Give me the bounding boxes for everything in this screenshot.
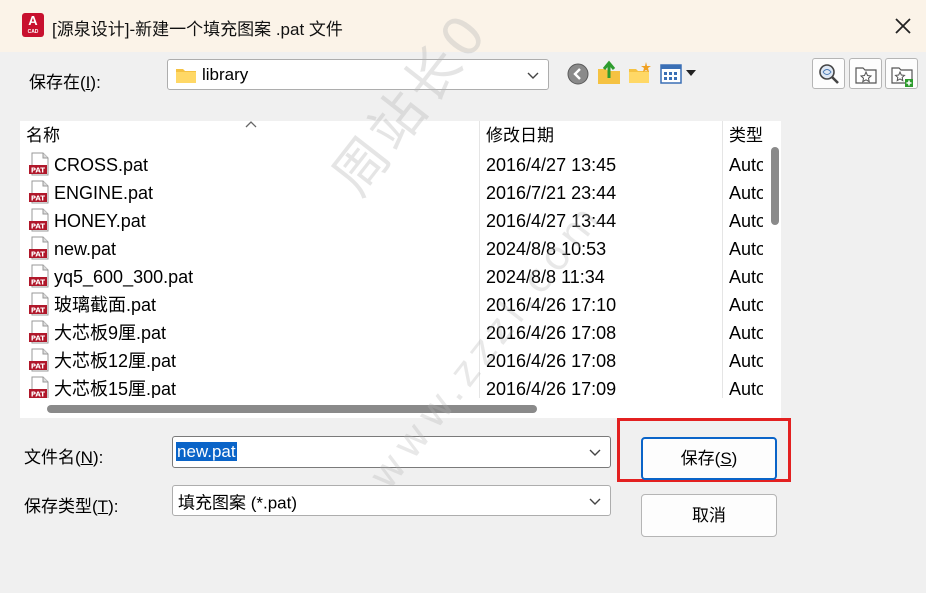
search-web-icon xyxy=(819,64,839,84)
file-type: Auto xyxy=(729,267,763,287)
file-name: PAT HONEY.pat xyxy=(28,207,146,235)
window-title: [源泉设计]-新建一个填充图案 .pat 文件 xyxy=(52,20,343,39)
column-header-modified[interactable]: 修改日期 xyxy=(480,121,722,151)
svg-text:PAT: PAT xyxy=(31,223,45,231)
search-web-button[interactable] xyxy=(812,58,845,89)
filename-label: 文件名(N): xyxy=(24,448,104,467)
file-name: PAT ENGINE.pat xyxy=(28,179,153,207)
file-modified-date: 2016/4/26 17:08 xyxy=(486,351,617,371)
file-row[interactable]: PAT 玻璃截面.pat 2016/4/26 17:10 Auto xyxy=(20,291,763,319)
file-modified-date: 2016/4/26 17:08 xyxy=(486,323,617,343)
file-modified-date: 2024/8/8 11:34 xyxy=(486,267,605,287)
file-modified-date: 2016/4/26 17:09 xyxy=(486,379,617,398)
column-header-type[interactable]: 类型 xyxy=(723,121,763,151)
file-type: Auto xyxy=(729,351,763,371)
file-modified-date: 2016/4/27 13:45 xyxy=(486,155,617,175)
file-type: Auto xyxy=(729,323,763,343)
file-type: Auto xyxy=(729,295,763,315)
file-name: PAT 玻璃截面.pat xyxy=(28,291,156,319)
svg-text:PAT: PAT xyxy=(31,195,45,203)
svg-text:PAT: PAT xyxy=(31,167,45,175)
filetype-label: 保存类型(T): xyxy=(24,497,119,516)
file-modified-date: 2016/4/27 13:44 xyxy=(486,211,617,231)
vertical-scrollbar-thumb[interactable] xyxy=(771,147,779,225)
svg-text:PAT: PAT xyxy=(31,363,45,371)
file-type: Auto xyxy=(729,211,763,231)
add-places-icon xyxy=(891,67,913,87)
horizontal-scrollbar-thumb[interactable] xyxy=(47,405,537,413)
save-button[interactable]: 保存(S) xyxy=(641,437,777,480)
add-favorites-button[interactable] xyxy=(849,58,882,89)
pat-file-icon: PAT xyxy=(29,236,49,260)
new-folder-icon[interactable] xyxy=(627,60,653,86)
file-list-viewport: 名称 修改日期 类型 PAT CROSS.pat 2016/4/27 13:45 Au… xyxy=(20,121,763,398)
back-icon[interactable] xyxy=(566,62,590,86)
svg-text:PAT: PAT xyxy=(31,335,45,343)
file-name: PAT 大芯板9厘.pat xyxy=(28,319,166,347)
pat-file-icon: PAT xyxy=(29,180,49,204)
save-in-label: 保存在(I): xyxy=(29,73,101,92)
file-row[interactable]: PAT yq5_600_300.pat 2024/8/8 11:34 Auto xyxy=(20,263,763,291)
folder-icon xyxy=(176,69,196,83)
pat-file-icon: PAT xyxy=(29,292,49,316)
close-icon xyxy=(895,18,911,34)
file-row[interactable]: PAT HONEY.pat 2016/4/27 13:44 Auto xyxy=(20,207,763,235)
file-row[interactable]: PAT new.pat 2024/8/8 10:53 Auto xyxy=(20,235,763,263)
chevron-down-icon[interactable] xyxy=(588,447,602,457)
file-name: PAT new.pat xyxy=(28,235,116,263)
views-menu-icon[interactable] xyxy=(659,62,699,86)
add-places-button[interactable] xyxy=(885,58,918,89)
file-modified-date: 2016/7/21 23:44 xyxy=(486,183,617,203)
file-type: Auto xyxy=(729,183,763,203)
filename-input[interactable]: new.pat xyxy=(172,436,611,468)
file-row[interactable]: PAT ENGINE.pat 2016/7/21 23:44 Auto xyxy=(20,179,763,207)
svg-text:PAT: PAT xyxy=(31,391,45,398)
file-modified-date: 2016/4/26 17:10 xyxy=(486,295,617,315)
filetype-value: 填充图案 (*.pat) xyxy=(178,493,298,512)
save-in-value: library xyxy=(202,64,249,84)
file-type: Auto xyxy=(729,239,763,259)
autocad-app-icon: A CAD xyxy=(22,13,44,37)
file-modified-date: 2024/8/8 10:53 xyxy=(486,239,607,259)
file-row[interactable]: PAT 大芯板15厘.pat 2016/4/26 17:09 Auto xyxy=(20,375,763,398)
sort-ascending-icon xyxy=(245,121,257,128)
svg-text:PAT: PAT xyxy=(31,251,45,259)
file-name: PAT yq5_600_300.pat xyxy=(28,263,193,291)
column-header-name[interactable]: 名称 xyxy=(20,121,479,151)
add-favorites-icon xyxy=(855,67,877,84)
pat-file-icon: PAT xyxy=(29,264,49,288)
file-type: Auto xyxy=(729,379,763,398)
filetype-dropdown[interactable]: 填充图案 (*.pat) xyxy=(172,485,611,516)
file-row[interactable]: PAT CROSS.pat 2016/4/27 13:45 Auto xyxy=(20,151,763,179)
pat-file-icon: PAT xyxy=(29,208,49,232)
file-name: PAT CROSS.pat xyxy=(28,151,148,179)
file-list[interactable]: 名称 修改日期 类型 PAT CROSS.pat 2016/4/27 13:45 Au… xyxy=(20,121,781,418)
up-folder-icon[interactable] xyxy=(596,58,622,86)
file-type: Auto xyxy=(729,155,763,175)
file-name: PAT 大芯板12厘.pat xyxy=(28,347,176,375)
chevron-down-icon xyxy=(527,72,539,79)
cancel-button[interactable]: 取消 xyxy=(641,494,777,537)
close-button[interactable] xyxy=(890,13,916,39)
svg-text:PAT: PAT xyxy=(31,307,45,315)
pat-file-icon: PAT xyxy=(29,152,49,176)
file-row[interactable]: PAT 大芯板12厘.pat 2016/4/26 17:08 Auto xyxy=(20,347,763,375)
file-name: PAT 大芯板15厘.pat xyxy=(28,375,176,398)
filename-value: new.pat xyxy=(176,442,237,461)
chevron-down-icon xyxy=(589,498,601,505)
pat-file-icon: PAT xyxy=(29,320,49,344)
title-bar: A CAD [源泉设计]-新建一个填充图案 .pat 文件 xyxy=(0,0,926,52)
file-row[interactable]: PAT 大芯板9厘.pat 2016/4/26 17:08 Auto xyxy=(20,319,763,347)
svg-text:PAT: PAT xyxy=(31,279,45,287)
pat-file-icon: PAT xyxy=(29,348,49,372)
save-in-dropdown[interactable]: library xyxy=(167,59,549,90)
pat-file-icon: PAT xyxy=(29,376,49,398)
